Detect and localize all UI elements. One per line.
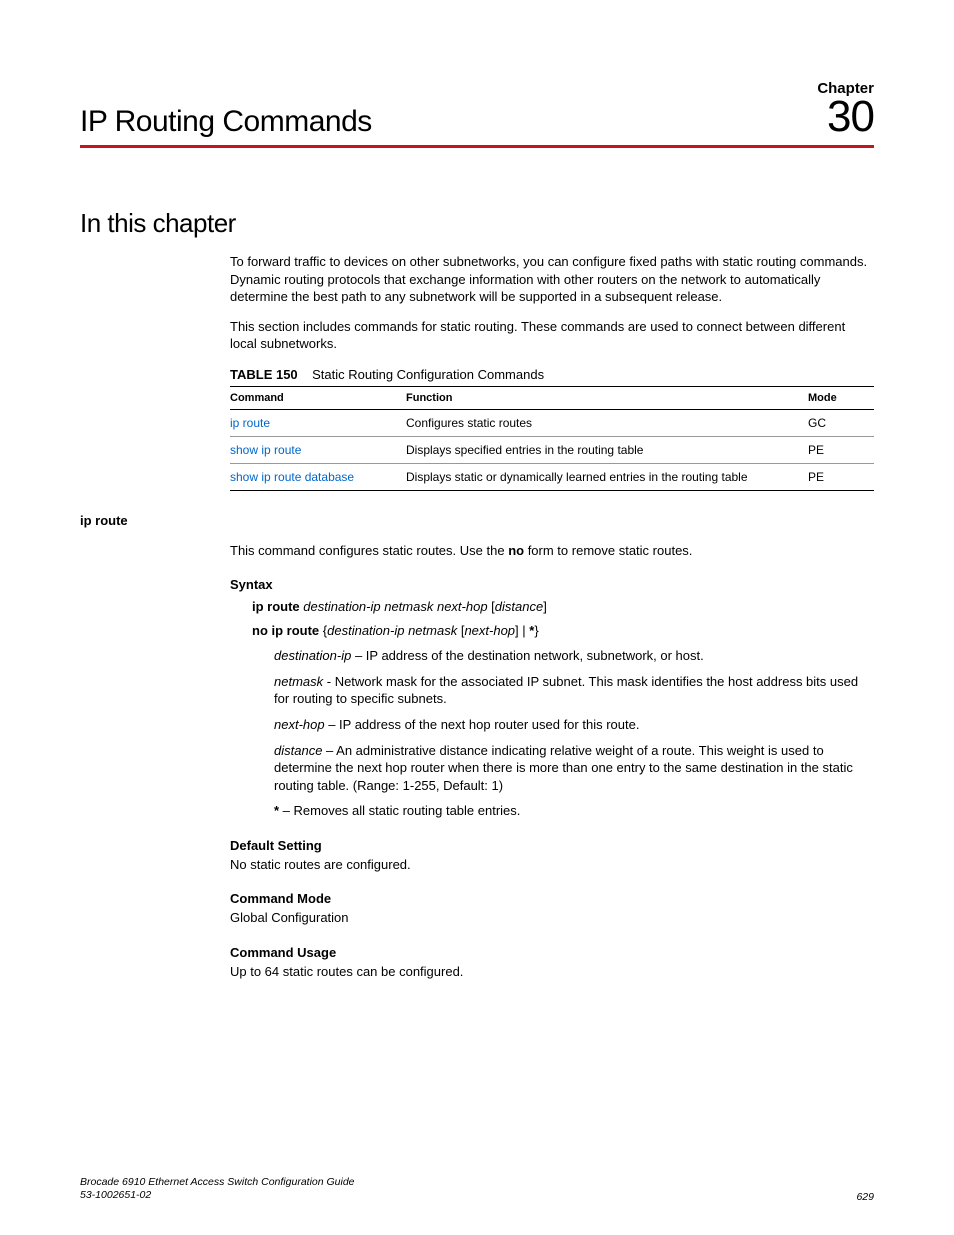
table-header-row: Command Function Mode <box>230 386 874 409</box>
page-footer: Brocade 6910 Ethernet Access Switch Conf… <box>80 1176 874 1203</box>
default-setting-heading: Default Setting <box>230 838 874 853</box>
cmd-mode: PE <box>808 463 874 490</box>
table-caption-text: Static Routing Configuration Commands <box>312 367 544 382</box>
desc-bold: no <box>508 543 524 558</box>
desc-pre: This command configures static routes. U… <box>230 543 508 558</box>
command-usage-heading: Command Usage <box>230 945 874 960</box>
syntax-line-1: ip route destination-ip netmask next-hop… <box>252 598 874 616</box>
param-desc: – IP address of the destination network,… <box>351 648 703 663</box>
command-name-heading: ip route <box>80 513 874 528</box>
syntax2-nexthop: next-hop <box>464 623 515 638</box>
syntax2-brace-close: } <box>534 623 538 638</box>
param-destination-ip: destination-ip – IP address of the desti… <box>274 647 874 665</box>
cmd-link-ip-route[interactable]: ip route <box>230 409 406 436</box>
syntax2-mid2: ] | <box>515 623 529 638</box>
table-caption: TABLE 150 Static Routing Configuration C… <box>230 367 874 382</box>
param-name: distance <box>274 743 322 758</box>
intro-para-2: This section includes commands for stati… <box>230 318 874 353</box>
cmd-mode: PE <box>808 436 874 463</box>
command-description: This command configures static routes. U… <box>230 542 874 560</box>
cmd-link-show-ip-route[interactable]: show ip route <box>230 436 406 463</box>
syntax1-distance: distance <box>495 599 543 614</box>
param-distance: distance – An administrative distance in… <box>274 742 874 795</box>
table-row: ip route Configures static routes GC <box>230 409 874 436</box>
syntax1-open: [ <box>488 599 495 614</box>
chapter-header: IP Routing Commands 30 <box>80 95 874 148</box>
th-command: Command <box>230 386 406 409</box>
syntax-line-2: no ip route {destination-ip netmask [nex… <box>252 622 874 640</box>
param-name: destination-ip <box>274 648 351 663</box>
desc-post: form to remove static routes. <box>524 543 692 558</box>
footer-doc-title: Brocade 6910 Ethernet Access Switch Conf… <box>80 1176 355 1190</box>
chapter-number: 30 <box>827 95 874 143</box>
intro-para-1: To forward traffic to devices on other s… <box>230 253 874 306</box>
command-mode-heading: Command Mode <box>230 891 874 906</box>
command-body: This command configures static routes. U… <box>230 542 874 981</box>
footer-page-number: 629 <box>856 1191 874 1203</box>
table-row: show ip route database Displays static o… <box>230 463 874 490</box>
syntax-heading: Syntax <box>230 577 874 592</box>
cmd-function: Displays specified entries in the routin… <box>406 436 808 463</box>
table-label: TABLE 150 <box>230 367 298 382</box>
default-setting-text: No static routes are configured. <box>230 856 874 874</box>
command-usage-text: Up to 64 static routes can be configured… <box>230 963 874 981</box>
command-table: Command Function Mode ip route Configure… <box>230 386 874 491</box>
footer-doc-id: 53-1002651-02 <box>80 1189 355 1203</box>
param-name: netmask <box>274 674 323 689</box>
param-desc: – An administrative distance indicating … <box>274 743 853 793</box>
cmd-mode: GC <box>808 409 874 436</box>
param-desc: - Network mask for the associated IP sub… <box>274 674 858 707</box>
param-desc: – IP address of the next hop router used… <box>325 717 640 732</box>
table-row: show ip route Displays specified entries… <box>230 436 874 463</box>
cmd-function: Configures static routes <box>406 409 808 436</box>
syntax2-cmd: no ip route <box>252 623 323 638</box>
syntax1-close: ] <box>543 599 547 614</box>
footer-left: Brocade 6910 Ethernet Access Switch Conf… <box>80 1176 355 1203</box>
syntax2-args: destination-ip netmask <box>327 623 457 638</box>
cmd-link-show-ip-route-database[interactable]: show ip route database <box>230 463 406 490</box>
syntax1-args: destination-ip netmask next-hop <box>303 599 487 614</box>
syntax1-cmd: ip route <box>252 599 303 614</box>
section-title: In this chapter <box>80 208 874 239</box>
command-mode-text: Global Configuration <box>230 909 874 927</box>
param-netmask: netmask - Network mask for the associate… <box>274 673 874 708</box>
param-star: * – Removes all static routing table ent… <box>274 802 874 820</box>
th-mode: Mode <box>808 386 874 409</box>
chapter-title: IP Routing Commands <box>80 105 372 145</box>
section-body: To forward traffic to devices on other s… <box>230 253 874 491</box>
th-function: Function <box>406 386 808 409</box>
param-desc: – Removes all static routing table entri… <box>279 803 520 818</box>
param-nexthop: next-hop – IP address of the next hop ro… <box>274 716 874 734</box>
cmd-function: Displays static or dynamically learned e… <box>406 463 808 490</box>
page: Chapter IP Routing Commands 30 In this c… <box>0 0 954 1235</box>
param-name: next-hop <box>274 717 325 732</box>
